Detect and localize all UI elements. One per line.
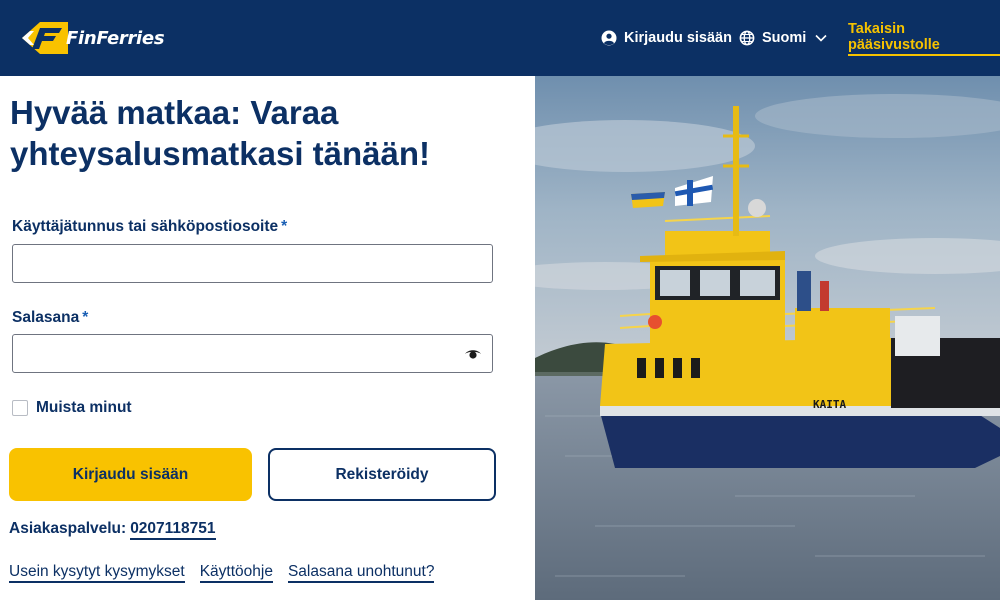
customer-service: Asiakaspalvelu: 0207118751 (9, 520, 216, 540)
user-guide-link[interactable]: Käyttöohje (199, 563, 273, 583)
header-login-link[interactable]: Kirjaudu sisään (601, 0, 732, 76)
faq-link[interactable]: Usein kysytyt kysymykset (9, 563, 185, 583)
login-button[interactable]: Kirjaudu sisään (9, 448, 252, 501)
required-mark: * (82, 309, 89, 326)
password-label-text: Salasana (12, 309, 80, 326)
register-button[interactable]: Rekisteröidy (268, 448, 496, 501)
ferry-image: KAITA (535, 76, 1000, 600)
back-to-main-site-link[interactable]: Takaisin pääsivustolle (848, 0, 1000, 76)
remember-me-label[interactable]: Muista minut (36, 399, 132, 417)
finferries-logo[interactable]: FinFerries (18, 18, 165, 58)
globe-icon (739, 30, 755, 46)
header-login-label: Kirjaudu sisään (624, 30, 732, 46)
chevron-down-icon (815, 34, 827, 42)
required-mark: * (281, 218, 288, 235)
forgot-password-link[interactable]: Salasana unohtunut? (287, 563, 435, 583)
ferry-photo: KAITA (535, 76, 1000, 600)
customer-service-phone-link[interactable]: 0207118751 (130, 520, 216, 540)
remember-me-checkbox[interactable] (12, 400, 28, 416)
password-input[interactable] (12, 334, 493, 373)
password-label: Salasana * (12, 309, 88, 327)
logo-text: FinFerries (66, 27, 165, 49)
language-label: Suomi (762, 30, 807, 46)
ship-name-text: KAITA (813, 398, 846, 411)
show-password-eye-icon[interactable] (464, 348, 482, 360)
customer-service-label: Asiakaspalvelu: (9, 520, 127, 537)
page-title: Hyvää matkaa: Varaa yhteysalusmatkasi tä… (10, 94, 431, 172)
language-selector[interactable]: Suomi (739, 0, 827, 76)
username-label: Käyttäjätunnus tai sähköpostiosoite * (12, 218, 287, 236)
username-input[interactable] (12, 244, 493, 283)
footer-links: Usein kysytyt kysymykset Käyttöohje Sala… (9, 563, 449, 583)
back-link-label: Takaisin pääsivustolle (848, 21, 1000, 56)
top-header: FinFerries Kirjaudu sisään Suomi Takaisi… (0, 0, 1000, 76)
user-icon (601, 30, 617, 46)
remember-me-row[interactable]: Muista minut (12, 399, 132, 417)
username-label-text: Käyttäjätunnus tai sähköpostiosoite (12, 218, 279, 235)
